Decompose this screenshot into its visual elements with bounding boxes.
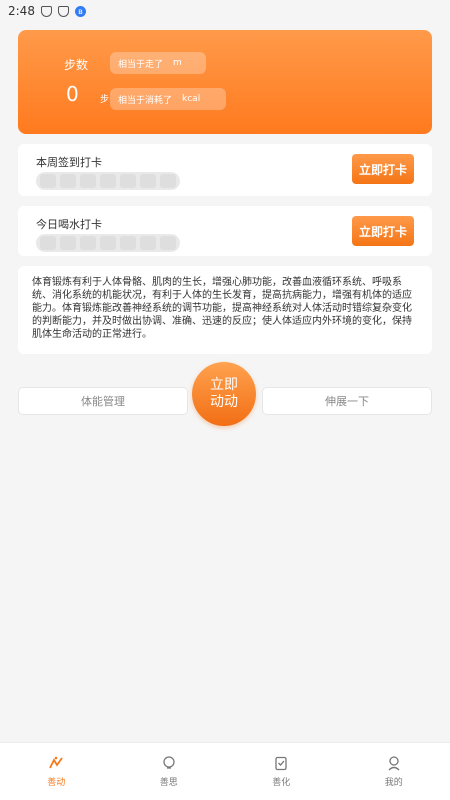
steps-hero-card: 步数 0 步 相当于走了 m 相当于消耗了 kcal	[18, 30, 432, 134]
weekly-checkin-days	[36, 172, 180, 190]
water-slot	[160, 236, 176, 250]
water-checkin-button[interactable]: 立即打卡	[352, 216, 414, 246]
distance-pill: 相当于走了 m	[110, 52, 206, 74]
bulb-icon	[163, 756, 175, 769]
water-slot	[40, 236, 56, 250]
calorie-pill: 相当于消耗了 kcal	[110, 88, 226, 110]
status-time: 2:48	[8, 4, 35, 18]
day-slot	[80, 174, 96, 188]
water-checkin-title: 今日喝水打卡	[36, 218, 102, 231]
tab-mine[interactable]: 我的	[338, 743, 450, 800]
distance-text: 相当于走了	[118, 59, 164, 70]
calorie-text: 相当于消耗了	[118, 95, 173, 106]
calorie-unit: kcal	[182, 94, 201, 104]
start-exercise-button[interactable]: 立即 动动	[192, 362, 256, 426]
tab-shansi[interactable]: 善思	[113, 743, 226, 800]
tab-shanhua[interactable]: 善化	[225, 743, 338, 800]
user-icon	[388, 756, 400, 771]
day-slot	[140, 174, 156, 188]
tab-label: 善化	[272, 778, 291, 788]
start-exercise-label: 立即 动动	[210, 377, 238, 410]
status-bar: 2:48 ʙ	[0, 0, 450, 22]
weekly-checkin-button[interactable]: 立即打卡	[352, 154, 414, 184]
weekly-checkin-title: 本周签到打卡	[36, 156, 102, 169]
distance-unit: m	[173, 58, 182, 68]
steps-unit: 步	[100, 95, 110, 105]
bluetooth-icon: ʙ	[74, 5, 86, 17]
water-slot	[80, 236, 96, 250]
water-checkin-card: 今日喝水打卡 立即打卡	[18, 206, 432, 256]
tab-label: 善动	[47, 778, 66, 788]
steps-label: 步数	[64, 58, 89, 72]
fitness-management-button[interactable]: 体能管理	[18, 387, 188, 415]
clipboard-icon	[275, 756, 287, 771]
water-slot	[140, 236, 156, 250]
stretch-button[interactable]: 伸展一下	[262, 387, 432, 415]
day-slot	[100, 174, 116, 188]
day-slot	[120, 174, 136, 188]
weekly-checkin-card: 本周签到打卡 立即打卡	[18, 144, 432, 196]
water-slot	[100, 236, 116, 250]
shield-icon	[40, 5, 52, 17]
day-slot	[60, 174, 76, 188]
activity-icon	[49, 756, 63, 769]
tab-label: 善思	[159, 778, 178, 788]
day-slot	[40, 174, 56, 188]
shield-icon-2	[57, 5, 69, 17]
exercise-info-text: 体育锻炼有利于人体骨骼、肌肉的生长，增强心肺功能，改善血液循环系统、呼吸系统、消…	[18, 266, 432, 354]
water-slot	[120, 236, 136, 250]
tab-label: 我的	[384, 778, 403, 788]
water-slot	[60, 236, 76, 250]
steps-value: 0	[66, 82, 79, 106]
bottom-tab-bar: 善动 善思 善化 我的	[0, 742, 450, 800]
water-checkin-slots	[36, 234, 180, 252]
day-slot	[160, 174, 176, 188]
tab-shandong[interactable]: 善动	[0, 743, 113, 800]
